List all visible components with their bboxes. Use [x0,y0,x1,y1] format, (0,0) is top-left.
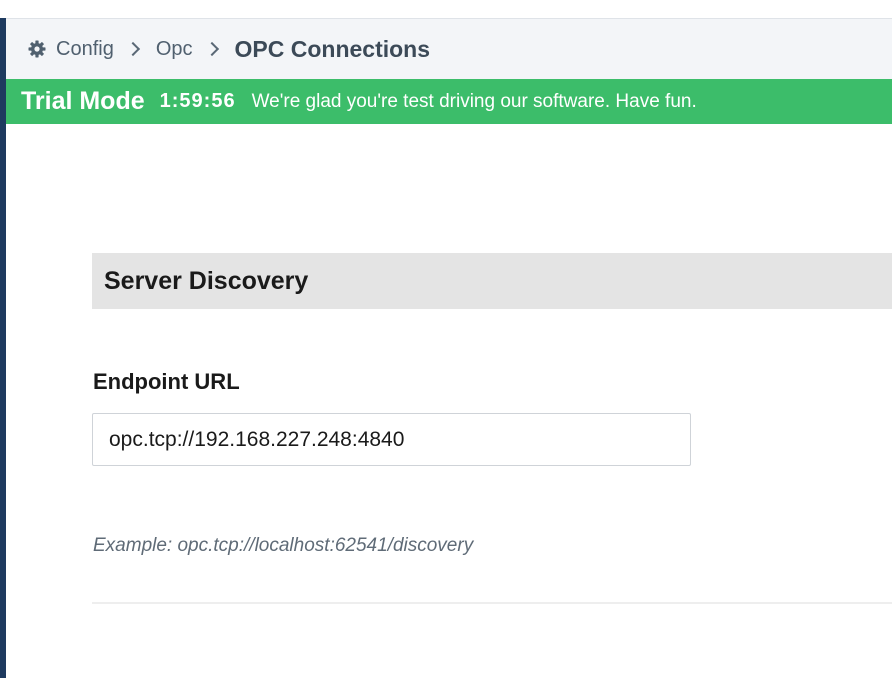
section-title: Server Discovery [104,266,309,295]
endpoint-url-label: Endpoint URL [93,369,240,394]
breadcrumb-config-link[interactable]: Config [56,38,114,61]
divider [92,602,892,604]
endpoint-url-input[interactable] [92,413,691,466]
chevron-right-icon [125,41,140,57]
chevron-right-icon [204,41,219,57]
trial-countdown: 1:59:56 [159,90,236,112]
trial-message: We're glad you're test driving our softw… [251,90,697,112]
gear-icon [27,39,47,59]
trial-mode-title: Trial Mode [21,87,145,115]
endpoint-example-hint: Example: opc.tcp://localhost:62541/disco… [93,535,474,556]
page-title: OPC Connections [234,35,431,62]
server-discovery-header: Server Discovery [92,253,892,309]
breadcrumb: Config Opc OPC Connections [6,18,892,79]
trial-mode-banner: Trial Mode 1:59:56 We're glad you're tes… [6,79,892,124]
top-strip [0,0,892,18]
breadcrumb-opc-link[interactable]: Opc [156,38,193,61]
